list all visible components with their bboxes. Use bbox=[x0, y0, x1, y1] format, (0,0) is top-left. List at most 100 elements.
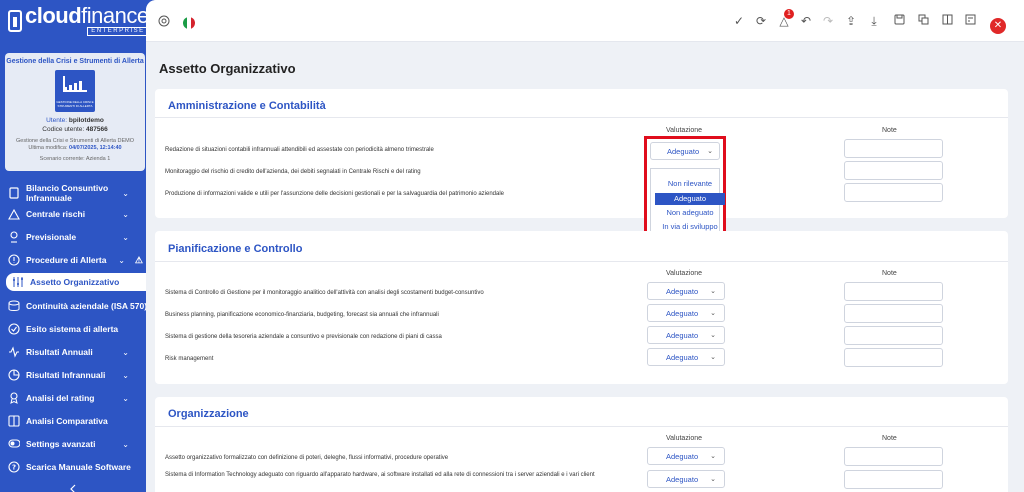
select-value: Adeguato bbox=[666, 474, 699, 484]
sidebar-item-label: Settings avanzati bbox=[26, 439, 96, 449]
row-label: Risk management bbox=[165, 356, 214, 362]
code-label: Codice utente: bbox=[42, 126, 85, 133]
sidebar-item-label: Risultati Infrannuali bbox=[26, 370, 106, 380]
sidebar-item-settings-avanzati[interactable]: Settings avanzati ⌄ bbox=[8, 438, 149, 450]
section-title: Pianificazione e Controllo bbox=[168, 243, 303, 255]
collapse-sidebar-icon[interactable] bbox=[68, 481, 78, 492]
warning-icon: ⚠ bbox=[134, 254, 143, 265]
select-value: Adeguato bbox=[667, 146, 700, 156]
valutazione-select[interactable]: Adeguato ⌄ bbox=[647, 282, 725, 300]
columns-icon bbox=[8, 415, 20, 427]
valutazione-select[interactable]: Adeguato ⌄ bbox=[647, 326, 725, 344]
split-view-icon[interactable] bbox=[939, 13, 955, 29]
valutazione-select[interactable]: Adeguato ⌄ bbox=[647, 470, 725, 488]
sidebar-item-analisi-rating[interactable]: Analisi del rating ⌄ bbox=[8, 392, 149, 404]
note-input[interactable] bbox=[844, 139, 943, 158]
sidebar-item-risultati-annuali[interactable]: Risultati Annuali ⌄ bbox=[8, 346, 149, 358]
sidebar-item-esito-allerta[interactable]: Esito sistema di allerta bbox=[8, 323, 149, 335]
row-label: Monitoraggio del rischio di credito dell… bbox=[165, 169, 421, 175]
note-input[interactable] bbox=[844, 447, 943, 466]
medal-icon bbox=[8, 392, 20, 404]
valutazione-select[interactable]: Adeguato ⌄ bbox=[650, 142, 720, 160]
select-value: Adeguato bbox=[666, 308, 699, 318]
note-input[interactable] bbox=[844, 470, 943, 489]
upload-icon[interactable]: ⇪ bbox=[843, 13, 859, 29]
note-input[interactable] bbox=[844, 183, 943, 202]
row-label: Sistema di Information Technology adegua… bbox=[165, 472, 595, 478]
check-icon[interactable]: ✓ bbox=[731, 13, 747, 29]
italian-flag-icon[interactable] bbox=[183, 17, 195, 29]
save-icon[interactable] bbox=[891, 13, 907, 29]
section-title: Amministrazione e Contabilità bbox=[168, 100, 326, 112]
chevron-down-icon: ⌄ bbox=[710, 354, 716, 361]
sidebar-item-assetto-organizzativo[interactable]: Assetto Organizzativo bbox=[6, 273, 147, 291]
sidebar-item-scarica-manuale[interactable]: ? Scarica Manuale Software bbox=[8, 461, 149, 473]
sidebar-item-label: Risultati Annuali bbox=[26, 347, 93, 357]
dropdown-option[interactable]: Non rilevante bbox=[655, 178, 725, 190]
code-value: 487566 bbox=[86, 126, 108, 133]
document-icon bbox=[8, 187, 20, 199]
chevron-down-icon: ⌄ bbox=[707, 148, 713, 155]
sidebar-item-risultati-infrannuali[interactable]: Risultati Infrannuali ⌄ bbox=[8, 369, 149, 381]
chevron-down-icon: ⌄ bbox=[122, 188, 129, 198]
select-value: Adeguato bbox=[666, 286, 699, 296]
copy-icon[interactable] bbox=[915, 13, 931, 29]
refresh-icon[interactable]: ⟳ bbox=[753, 13, 769, 29]
note-input[interactable] bbox=[844, 304, 943, 323]
note-input[interactable] bbox=[844, 161, 943, 180]
brand-name-bold: cloud bbox=[25, 3, 82, 28]
row-label: Assetto organizzativo formalizzato con d… bbox=[165, 455, 449, 461]
help-icon: ? bbox=[8, 461, 20, 473]
note-input[interactable] bbox=[844, 348, 943, 367]
sidebar-item-continuita-aziendale[interactable]: Continuità aziendale (ISA 570) bbox=[8, 300, 149, 312]
sidebar-item-label: Previsionale bbox=[26, 232, 77, 242]
toggle-icon bbox=[8, 438, 20, 450]
user-value: bpilotdemo bbox=[68, 117, 104, 124]
sidebar-item-label: Esito sistema di allerta bbox=[26, 324, 119, 334]
select-value: Adeguato bbox=[666, 451, 699, 461]
valutazione-select[interactable]: Adeguato ⌄ bbox=[647, 348, 725, 366]
svg-text:?: ? bbox=[12, 464, 16, 472]
sidebar-item-procedure-allerta[interactable]: Procedure di Allerta ⌄ ⚠ bbox=[8, 254, 149, 266]
sidebar-item-label: Centrale rischi bbox=[26, 209, 86, 219]
check-circle-icon bbox=[8, 323, 20, 335]
pin-icon bbox=[8, 231, 20, 243]
last-modified-value: 04/07/2025, 12:14:40 bbox=[69, 145, 122, 151]
chevron-down-icon: ⌄ bbox=[710, 310, 716, 317]
alert-circle-icon bbox=[8, 254, 20, 266]
redo-icon[interactable]: ↷ bbox=[820, 13, 836, 29]
valutazione-select[interactable]: Adeguato ⌄ bbox=[647, 304, 725, 322]
product-title: Gestione della Crisi e Strumenti di Alle… bbox=[6, 58, 144, 65]
pulse-icon bbox=[8, 346, 20, 358]
dropdown-option[interactable]: Non adeguato bbox=[655, 207, 725, 219]
sidebar-item-previsionale[interactable]: Previsionale ⌄ bbox=[8, 231, 149, 243]
sidebar-item-label: Scarica Manuale Software bbox=[26, 462, 131, 472]
chevron-down-icon: ⌄ bbox=[122, 232, 129, 242]
calculator-icon[interactable] bbox=[962, 13, 978, 29]
section-title: Organizzazione bbox=[168, 408, 249, 420]
sidebar-item-centrale-rischi[interactable]: Centrale rischi ⌄ bbox=[8, 208, 149, 220]
close-button[interactable]: ✕ bbox=[990, 18, 1006, 34]
dropdown-option-selected[interactable]: Adeguato bbox=[655, 193, 725, 205]
chevron-down-icon: ⌄ bbox=[118, 255, 125, 265]
valutazione-select[interactable]: Adeguato ⌄ bbox=[647, 447, 725, 465]
brand-logo[interactable]: cloudfinance ENTERPRISE bbox=[8, 3, 149, 36]
select-value: Adeguato bbox=[666, 352, 699, 362]
current-scenario: Scenario corrente: Azienda 1 bbox=[39, 156, 111, 162]
note-input[interactable] bbox=[844, 282, 943, 301]
brand-name-light: finance bbox=[81, 3, 149, 28]
sidebar-item-analisi-comparativa[interactable]: Analisi Comparativa bbox=[8, 415, 149, 427]
column-header-valutazione: Valutazione bbox=[666, 435, 703, 442]
section-pianificazione: Pianificazione e Controllo Valutazione N… bbox=[155, 231, 1008, 384]
chevron-down-icon: ⌄ bbox=[122, 393, 129, 403]
download-icon[interactable]: ⤓ bbox=[866, 13, 882, 29]
sidebar-item-label: Bilancio Consuntivo Infrannuale bbox=[26, 183, 109, 203]
undo-icon[interactable]: ↶ bbox=[798, 13, 814, 29]
chevron-down-icon: ⌄ bbox=[710, 476, 716, 483]
note-input[interactable] bbox=[844, 326, 943, 345]
sidebar: cloudfinance ENTERPRISE Gestione della C… bbox=[0, 0, 150, 492]
dropdown-options: Non rilevante Adeguato Non adeguato In v… bbox=[650, 168, 725, 234]
support-icon[interactable] bbox=[156, 15, 172, 31]
sidebar-item-bilancio[interactable]: Bilancio Consuntivo Infrannuale ⌄ bbox=[8, 183, 149, 203]
warning-icon bbox=[8, 208, 20, 220]
